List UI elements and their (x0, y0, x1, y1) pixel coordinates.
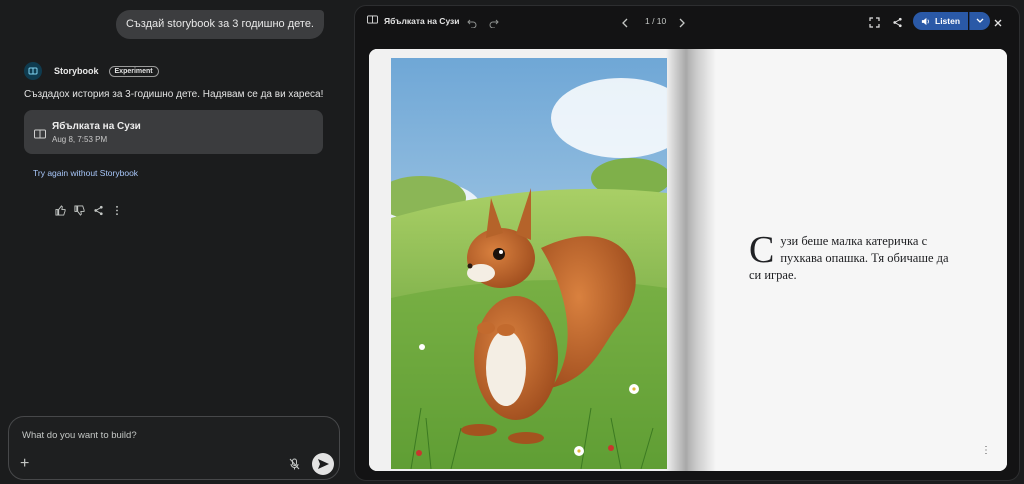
page-menu-icon[interactable]: ⋮ (981, 445, 991, 456)
fullscreen-icon[interactable] (869, 15, 880, 33)
user-message: Създай storybook за 3 годишно дете. (115, 10, 324, 39)
share-icon[interactable] (892, 15, 903, 33)
book-spread: Сузи беше малка катеричка с пухкава опаш… (369, 49, 1007, 471)
experiment-badge: Experiment (108, 65, 159, 77)
viewer-title: Ябълката на Сузи (367, 15, 460, 26)
listen-button[interactable]: Listen (913, 12, 969, 30)
storybook-card[interactable]: Ябълката на Сузи Aug 8, 7:53 PM (24, 110, 323, 154)
listen-options-button[interactable] (969, 12, 991, 30)
storybook-viewer: Ябълката на Сузи 1 / 10 Listen С узи беш… (354, 5, 1020, 481)
viewer-title-text: Ябълката на Сузи (384, 15, 460, 26)
previous-page-icon[interactable] (621, 15, 629, 33)
send-icon (317, 459, 329, 469)
send-button[interactable] (312, 453, 334, 475)
squirrel-illustration (391, 58, 667, 469)
thumb-down-icon[interactable] (73, 204, 85, 216)
close-icon[interactable] (993, 15, 1003, 33)
story-dropcap: С (749, 229, 775, 271)
prompt-input[interactable] (20, 426, 284, 444)
book-icon (34, 126, 46, 144)
book-icon (367, 15, 378, 26)
viewer-toolbar: Ябълката на Сузи 1 / 10 Listen (355, 6, 1019, 36)
listen-label: Listen (935, 16, 961, 26)
chevron-down-icon (976, 18, 984, 23)
storybook-logo-icon (24, 62, 42, 80)
book-spine (666, 49, 716, 471)
page-indicator: 1 / 10 (645, 16, 667, 26)
storybook-card-title: Ябълката на Сузи (52, 121, 141, 132)
book-left-page[interactable] (369, 49, 688, 471)
thumb-up-icon[interactable] (54, 204, 66, 216)
try-again-link[interactable]: Try again without Storybook (33, 168, 138, 178)
add-icon[interactable]: + (20, 456, 29, 472)
app-name: Storybook (54, 66, 99, 76)
prompt-composer: + (8, 416, 340, 480)
share-icon[interactable] (92, 204, 104, 216)
listen-button-group: Listen (913, 12, 991, 30)
undo-icon[interactable] (467, 15, 477, 33)
mic-off-icon[interactable] (289, 457, 300, 475)
story-text: Сузи беше малка катеричка с пухкава опаш… (749, 229, 949, 284)
story-body: узи беше малка катеричка с пухкава опашк… (749, 234, 949, 282)
next-page-icon[interactable] (678, 15, 686, 33)
redo-icon[interactable] (489, 15, 499, 33)
more-vert-icon[interactable] (111, 204, 123, 216)
feedback-actions (54, 204, 123, 216)
assistant-reply: Създадох история за 3-годишно дете. Надя… (24, 89, 324, 100)
storybook-card-date: Aug 8, 7:53 PM (52, 135, 108, 144)
speaker-icon (921, 17, 929, 25)
chat-pane: Създай storybook за 3 годишно дете. Stor… (0, 0, 346, 484)
app-header: Storybook Experiment (24, 62, 159, 80)
